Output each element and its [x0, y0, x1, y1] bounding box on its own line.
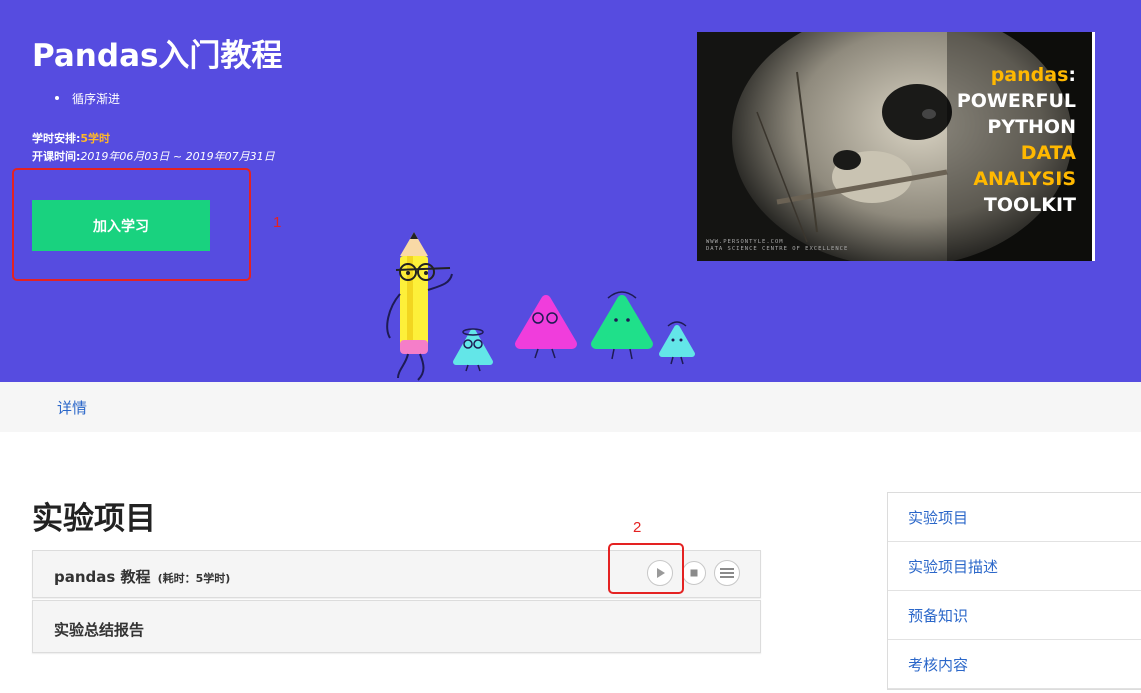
banner-line: PYTHON	[987, 116, 1076, 138]
dates-value: 2019年06月03日 ~ 2019年07月31日	[80, 150, 275, 163]
side-nav-lab-project[interactable]: 实验项目	[888, 493, 1141, 542]
lab-title: 实验总结报告	[54, 621, 145, 639]
course-hours: 学时安排:5学时	[32, 130, 110, 146]
lab-duration: (耗时：5学时)	[157, 572, 231, 585]
banner-footer-line: DATA SCIENCE CENTRE OF EXCELLENCE	[706, 246, 849, 252]
menu-button[interactable]	[714, 560, 740, 586]
annotation-box-1	[12, 168, 251, 281]
lab-title: pandas 教程	[54, 568, 151, 586]
section-title: 实验项目	[32, 501, 156, 537]
annotation-box-2	[608, 543, 684, 594]
stop-icon	[690, 569, 698, 577]
side-nav-lab-description[interactable]: 实验项目描述	[888, 542, 1141, 591]
hours-label: 学时安排:	[32, 132, 81, 145]
stop-button[interactable]	[682, 561, 706, 585]
course-features: 循序渐进	[55, 90, 120, 107]
dates-label: 开课时间:	[32, 150, 81, 163]
tab-detail[interactable]: 详情	[57, 397, 87, 418]
annotation-label-1: 1	[273, 214, 282, 231]
banner-headline: pandas: POWERFUL PYTHON DATA ANALYSIS TO…	[957, 62, 1076, 218]
banner-line: POWERFUL	[956, 90, 1076, 112]
mascot-illustration	[386, 232, 695, 381]
annotation-label-2: 2	[633, 519, 642, 536]
banner-line: pandas	[990, 64, 1069, 86]
side-nav-prerequisites[interactable]: 预备知识	[888, 591, 1141, 640]
course-hero: Pandas入门教程 循序渐进 学时安排:5学时 开课时间:2019年06月03…	[0, 0, 1141, 382]
menu-icon	[720, 568, 734, 578]
course-title: Pandas入门教程	[32, 38, 283, 74]
banner-line: ANALYSIS	[973, 168, 1076, 190]
banner-line: TOOLKIT	[983, 194, 1076, 216]
hours-value: 5学时	[80, 132, 111, 145]
side-navigation: 实验项目 实验项目描述 预备知识 考核内容	[887, 492, 1141, 690]
banner-line: DATA	[1020, 142, 1076, 164]
banner-footer: WWW.PERSONTYLE.COM DATA SCIENCE CENTRE O…	[706, 239, 848, 253]
course-dates: 开课时间:2019年06月03日 ~ 2019年07月31日	[32, 148, 275, 164]
lab-item[interactable]: 实验总结报告	[32, 600, 761, 653]
course-tab-bar: 详情	[0, 382, 1141, 432]
course-banner-image: pandas: POWERFUL PYTHON DATA ANALYSIS TO…	[697, 32, 1095, 261]
banner-footer-line: WWW.PERSONTYLE.COM	[706, 239, 784, 245]
side-nav-assessment[interactable]: 考核内容	[888, 640, 1141, 689]
banner-line: :	[1068, 64, 1076, 86]
feature-item: 循序渐进	[55, 90, 120, 107]
lab-name: pandas 教程 (耗时：5学时)	[54, 566, 230, 587]
